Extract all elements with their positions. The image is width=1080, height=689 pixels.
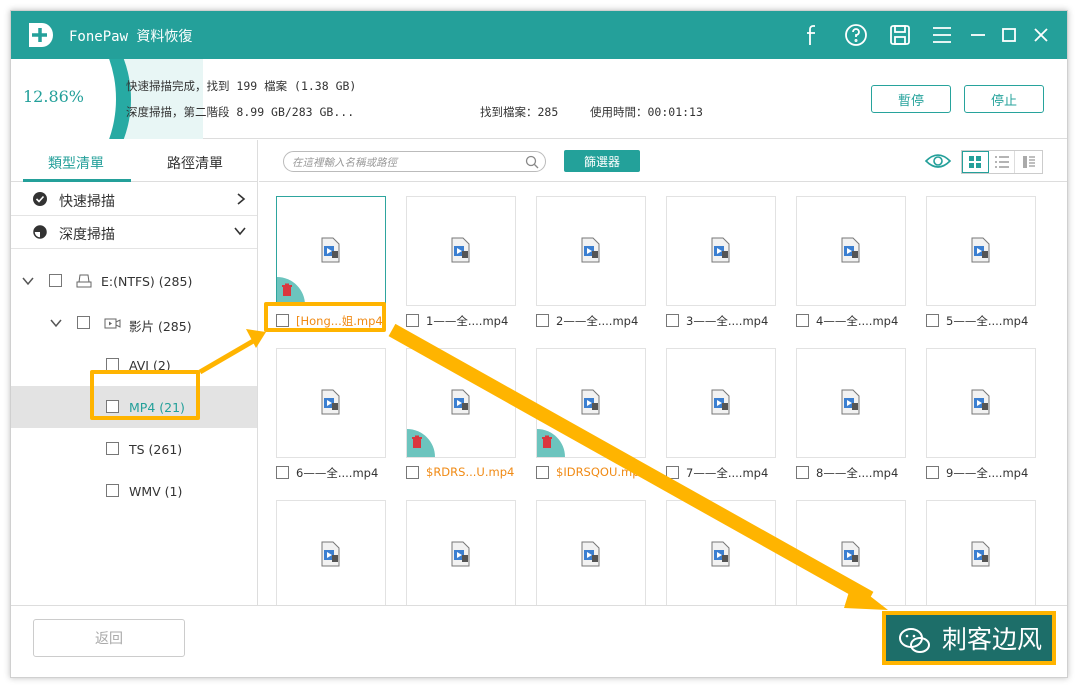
wechat-icon bbox=[899, 628, 930, 653]
annotation-arrows bbox=[198, 323, 888, 610]
highlight-box-mp4 bbox=[90, 370, 200, 420]
highlight-box-file bbox=[264, 302, 386, 332]
watermark-text: 刺客边风 bbox=[941, 625, 1042, 654]
watermark: 刺客边风 bbox=[882, 611, 1056, 665]
